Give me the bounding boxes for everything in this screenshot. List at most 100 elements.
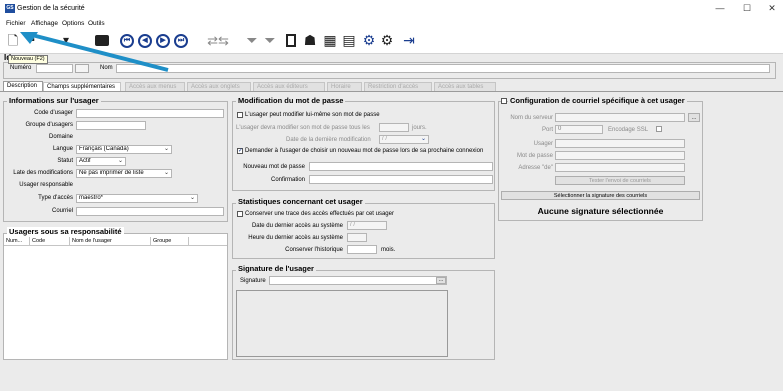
from-address-field[interactable] <box>555 163 685 172</box>
last-record-icon[interactable]: ⏭ <box>173 32 189 49</box>
stats-title: Statistiques concernant cet usager <box>236 197 365 207</box>
users-icon[interactable]: ☗ <box>302 32 318 49</box>
keep-trace-checkbox[interactable] <box>237 211 243 217</box>
window-title: Gestion de la sécurité <box>17 5 85 12</box>
last-hour-label: Heure du dernier accès au système <box>248 235 343 241</box>
statut-select[interactable]: Actif ⌄ <box>76 157 126 166</box>
last-hour-field[interactable] <box>347 233 367 242</box>
export-icon[interactable]: ⇥ <box>401 32 417 49</box>
tab-restriction-acces[interactable]: Restriction d'accès <box>364 82 432 91</box>
can-modify-checkbox[interactable] <box>237 112 243 118</box>
password-title: Modification du mot de passe <box>236 96 346 106</box>
signature-field[interactable] <box>269 276 447 285</box>
minimize-button[interactable]: — <box>709 1 731 16</box>
tab-horaire[interactable]: Horaire <box>327 82 362 91</box>
pointer-arrow <box>20 32 169 72</box>
column-nom[interactable]: Nom de l'usager <box>70 237 151 245</box>
chevron-down-icon: ⌄ <box>117 158 123 164</box>
code-field[interactable] <box>76 109 224 118</box>
gear-dark-icon[interactable]: ⚙ <box>379 32 395 49</box>
from-address-label: Adresse "de" <box>518 165 553 171</box>
gear-icon[interactable]: ⚙ <box>361 32 377 49</box>
months-label: mois. <box>381 247 396 253</box>
mail-user-label: Usager <box>533 141 553 147</box>
tab-acces-menus[interactable]: Accès aux menus <box>125 82 185 91</box>
port-field[interactable]: 0 <box>555 125 603 134</box>
close-button[interactable]: ✕ <box>761 1 783 16</box>
no-signature-text: Aucune signature sélectionnée <box>537 206 664 216</box>
late-select[interactable]: Ne pas imprimer de liste ⌄ <box>76 169 172 178</box>
tab-description[interactable]: Description <box>3 81 43 91</box>
grid-icon[interactable]: ▦ <box>322 32 338 49</box>
tab-acces-tables[interactable]: Accès aux tables <box>434 82 496 91</box>
maximize-button[interactable]: ☐ <box>736 1 758 16</box>
groupe-field[interactable] <box>76 121 146 130</box>
ask-new-password-label: Demander à l'usager de choisir un nouvea… <box>245 148 484 154</box>
must-change-label: L'usager devra modifier son mot de passe… <box>236 125 370 131</box>
tab-acces-editeurs[interactable]: Accès aux éditeurs <box>253 82 325 91</box>
menu-affichage[interactable]: Affichage <box>31 19 58 28</box>
langue-value: Français (Canada) <box>79 146 129 152</box>
column-num[interactable]: Num... <box>4 237 30 245</box>
signature-preview <box>236 290 448 357</box>
last-change-value: / / <box>382 136 388 142</box>
ask-new-password-checkbox[interactable]: ✓ <box>237 148 243 154</box>
server-label: Nom du serveur <box>510 115 553 121</box>
mail-password-field[interactable] <box>555 151 685 160</box>
keep-history-field[interactable] <box>347 245 377 254</box>
chevron-down-icon: ⌄ <box>189 195 195 201</box>
server-field[interactable] <box>555 113 685 122</box>
signature-browse-button[interactable]: ... <box>436 277 446 284</box>
late-value: Ne pas imprimer de liste <box>79 170 144 176</box>
new-password-field[interactable] <box>309 162 493 171</box>
title-bar <box>0 0 783 18</box>
new-icon[interactable]: 🗋 <box>5 32 21 49</box>
column-groupe[interactable]: Groupe <box>151 237 189 245</box>
code-label: Code d'usager <box>34 110 73 116</box>
mail-password-label: Mot de passe <box>516 153 553 159</box>
tab-acces-onglets[interactable]: Accès aux onglets <box>187 82 251 91</box>
tab-champs-supplementaires[interactable]: Champs supplémentaires <box>43 82 121 91</box>
nom-field[interactable] <box>116 64 770 73</box>
statut-label: Statut <box>57 158 73 164</box>
type-acces-select[interactable]: maestro* ⌄ <box>76 194 198 203</box>
menu-bar <box>0 18 783 29</box>
langue-label: Langue <box>52 146 73 152</box>
keep-history-label: Conserver l'historique <box>285 247 343 253</box>
mail-config-checkbox[interactable] <box>501 98 507 104</box>
late-label: Late des modifications <box>13 170 73 176</box>
id-card-icon[interactable] <box>284 32 298 49</box>
last-date-label: Date du dernier accès au système <box>251 223 343 229</box>
langue-select[interactable]: Français (Canada) ⌄ <box>76 145 172 154</box>
statut-value: Actif <box>79 158 91 164</box>
menu-fichier[interactable]: Fichier <box>6 19 26 28</box>
report-icon[interactable]: ▤ <box>341 32 357 49</box>
mail-title: Configuration de courriel spécifique à c… <box>508 96 687 106</box>
port-label: Port <box>541 127 553 133</box>
last-date-field[interactable]: / / <box>347 221 387 230</box>
days-field[interactable] <box>379 123 409 132</box>
ssl-checkbox[interactable] <box>656 126 662 132</box>
courriel-label: Courriel <box>51 208 73 214</box>
menu-options[interactable]: Options <box>62 19 84 28</box>
column-code[interactable]: Code <box>30 237 70 245</box>
select-signature-button[interactable]: Sélectionner la signature des courriels <box>501 191 700 200</box>
transfer-icon[interactable]: ⇄⇆ <box>198 32 238 49</box>
menu-outils[interactable]: Outils <box>88 19 105 28</box>
subordinates-group <box>3 233 228 360</box>
mail-user-field[interactable] <box>555 139 685 148</box>
funnel-clear-icon[interactable]: ⏷ <box>262 32 278 49</box>
groupe-label: Groupe d'usagers <box>25 122 73 128</box>
new-password-label: Nouveau mot de passe <box>243 164 305 170</box>
last-change-field[interactable]: / / ⌄ <box>379 135 429 144</box>
courriel-field[interactable] <box>76 207 224 216</box>
subordinates-title: Usagers sous sa responsabilité <box>7 227 124 237</box>
calendar-dropdown-icon: ⌄ <box>420 136 426 142</box>
test-mail-button[interactable]: Tester l'envoi de courriels <box>555 176 685 185</box>
funnel-icon[interactable]: ⏷ <box>244 32 260 49</box>
server-browse-button[interactable]: ... <box>688 113 700 122</box>
type-acces-value: maestro* <box>79 195 104 201</box>
info-title: Informations sur l'usager <box>7 96 101 106</box>
chevron-down-icon: ⌄ <box>163 170 169 176</box>
confirm-field[interactable] <box>309 175 493 184</box>
